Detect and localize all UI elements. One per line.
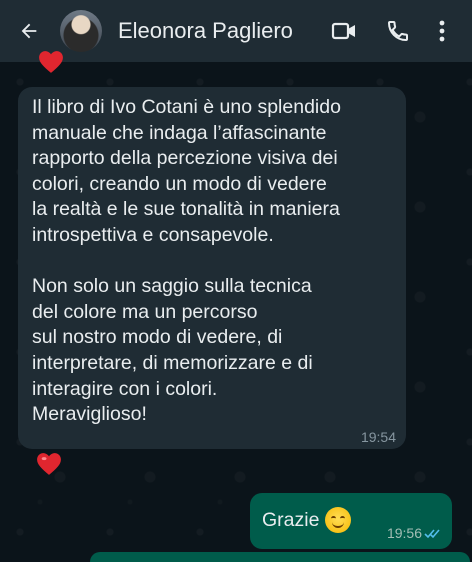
- heart-reaction-icon[interactable]: [36, 452, 62, 476]
- smiling-face-emoji-icon: [325, 507, 352, 533]
- double-check-read-icon: [424, 529, 440, 539]
- more-options-icon[interactable]: [438, 19, 446, 43]
- phone-icon[interactable]: [386, 19, 410, 43]
- incoming-message-bubble[interactable]: Il libro di Ivo Cotani è uno splendido m…: [18, 87, 406, 449]
- next-outgoing-message-bubble: [90, 552, 470, 562]
- message-text: Il libro di Ivo Cotani è uno splendido m…: [32, 96, 341, 426]
- video-call-icon[interactable]: [331, 19, 357, 43]
- message-time: 19:54: [360, 429, 396, 445]
- back-arrow-icon[interactable]: [18, 20, 40, 42]
- heart-reaction-icon[interactable]: [38, 50, 64, 74]
- avatar[interactable]: [60, 10, 102, 52]
- message-time: 19:56: [386, 525, 422, 541]
- contact-name[interactable]: Eleonora Pagliero: [118, 18, 293, 44]
- chat-header: Eleonora Pagliero: [0, 0, 472, 62]
- outgoing-message-bubble[interactable]: Grazie 19:56: [250, 493, 452, 549]
- message-text: Grazie: [262, 508, 320, 531]
